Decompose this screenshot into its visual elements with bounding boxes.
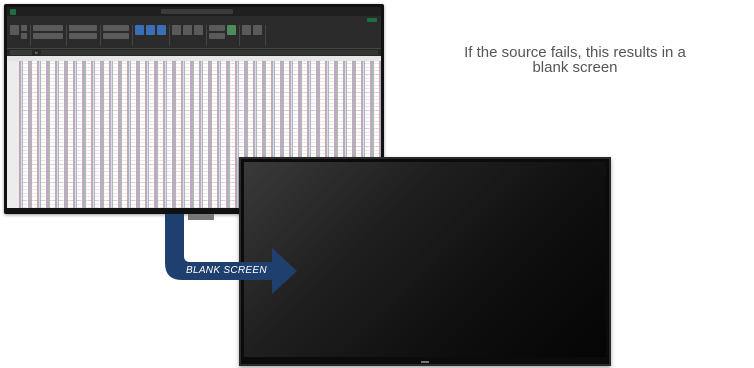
- caption-line-1: If the source fails, this results in a: [464, 44, 686, 61]
- arrow-shape: [165, 214, 297, 294]
- caption-line-2: blank screen: [532, 59, 618, 76]
- arrow-label: BLANK SCREEN: [186, 265, 267, 276]
- caption: If the source fails, this results in a b…: [400, 45, 750, 75]
